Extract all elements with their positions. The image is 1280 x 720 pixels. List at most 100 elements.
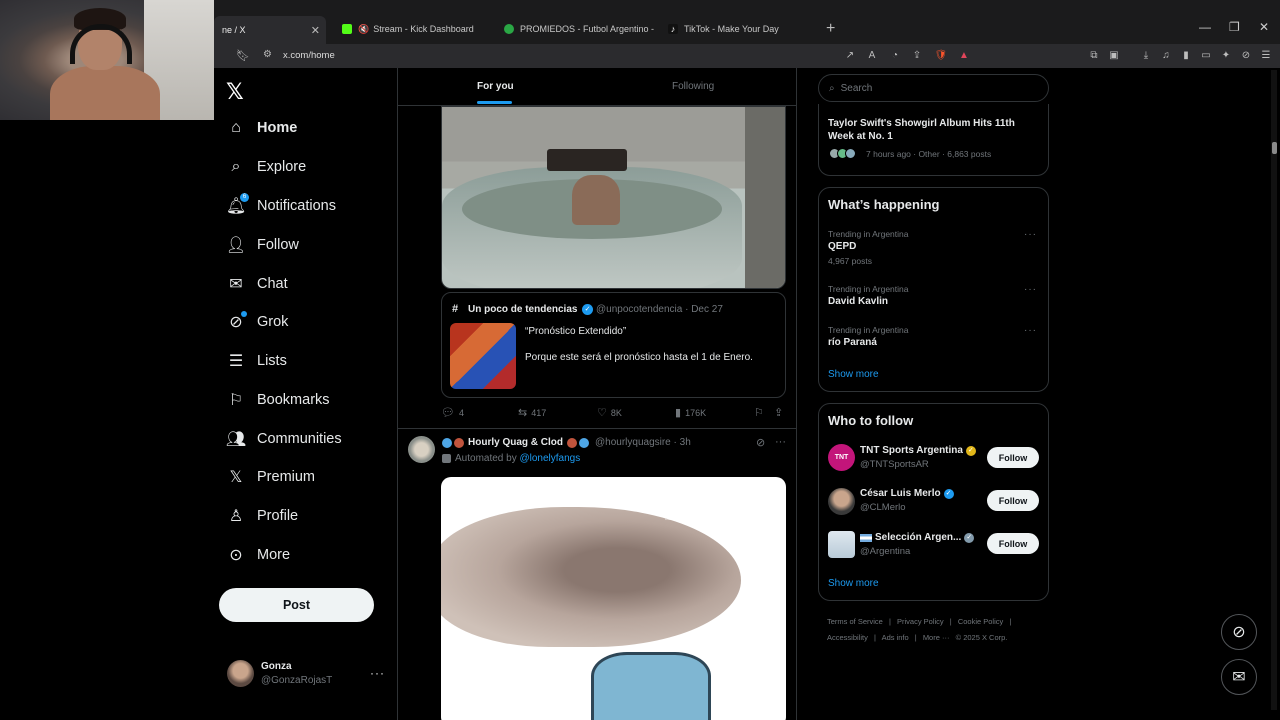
extensions-icon[interactable]: ⧉	[1087, 48, 1101, 62]
share-button[interactable]: ⇪	[774, 406, 787, 419]
close-tab-icon[interactable]: ✕	[311, 24, 320, 37]
account-name[interactable]: Selección Argen... ✓	[860, 532, 975, 543]
menu-icon[interactable]: ☰	[1259, 48, 1273, 62]
news-card[interactable]: Taylor Swift's Showgirl Album Hits 11th …	[818, 104, 1049, 176]
follow-button[interactable]: Follow	[987, 490, 1039, 511]
footer-accessibility[interactable]: Accessibility	[827, 633, 868, 642]
nav-explore[interactable]: ⌕ Explore	[226, 153, 307, 181]
show-more-link[interactable]: Show more	[828, 578, 879, 589]
trend-more-icon[interactable]: ···	[1024, 229, 1037, 240]
messages-fab-icon[interactable]: ✉	[1221, 659, 1257, 695]
open-external-icon[interactable]: ↗	[843, 48, 857, 62]
grok-fab-icon[interactable]: ⊘	[1221, 614, 1257, 650]
trend-name[interactable]: QEPD	[828, 241, 856, 252]
scrollbar-thumb[interactable]	[1272, 142, 1277, 154]
maximize-icon[interactable]: ❐	[1229, 20, 1240, 34]
user-name[interactable]: Gonza	[261, 661, 292, 672]
user-avatar[interactable]	[227, 660, 254, 687]
user-handle[interactable]: @GonzaRojasT	[261, 675, 332, 686]
nav-lists[interactable]: ☰ Lists	[226, 347, 287, 375]
tab-promiedos[interactable]: PROMIEDOS - Futbol Argentino - Fix	[496, 16, 656, 42]
author-avatar[interactable]	[408, 436, 435, 463]
post-button[interactable]: Post	[219, 588, 374, 622]
views-button[interactable]: ▮ 176K	[675, 406, 706, 419]
nav-profile[interactable]: ♙ Profile	[226, 502, 298, 530]
footer-terms[interactable]: Terms of Service	[827, 617, 883, 626]
trend-name[interactable]: río Paraná	[828, 337, 877, 348]
follow-button[interactable]: Follow	[987, 533, 1039, 554]
wallet-icon[interactable]: ▭	[1199, 48, 1213, 62]
footer-privacy[interactable]: Privacy Policy	[897, 617, 944, 626]
minimize-icon[interactable]: —	[1199, 20, 1211, 34]
sidebar-icon[interactable]: ▮	[1179, 48, 1193, 62]
follow-button[interactable]: Follow	[987, 447, 1039, 468]
tab-kick[interactable]: 🔇 Stream - Kick Dashboard	[334, 16, 494, 42]
brave-rewards-icon[interactable]: ▲	[957, 48, 971, 62]
automated-icon	[442, 454, 451, 463]
webcam-overlay	[0, 0, 214, 120]
nav-notifications[interactable]: 🔔︎ 6 Notifications	[226, 192, 336, 220]
show-more-link[interactable]: Show more	[828, 369, 879, 380]
tab-search-icon[interactable]: ▣	[1107, 48, 1121, 62]
leo-ai-icon[interactable]: ✦	[1219, 48, 1233, 62]
account-name-text: Selección Argen...	[875, 532, 962, 543]
seleccion-avatar[interactable]	[828, 531, 855, 558]
window-close-icon[interactable]: ✕	[1259, 20, 1269, 34]
x-logo-icon[interactable]: 𝕏	[226, 79, 244, 105]
nav-label: Profile	[257, 508, 299, 524]
trend-more-icon[interactable]: ···	[1024, 284, 1037, 295]
tab-tiktok[interactable]: ♪ TikTok - Make Your Day	[660, 16, 820, 42]
reader-icon[interactable]: ◔	[888, 48, 902, 62]
search-box[interactable]: ⌕	[818, 74, 1049, 102]
nav-label: Notifications	[257, 198, 336, 214]
url-field[interactable]: x.com/home	[283, 50, 335, 61]
nav-follow[interactable]: 👤︎ Follow	[226, 231, 299, 259]
tab-x-home[interactable]: ne / X ✕	[214, 16, 326, 44]
account-name[interactable]: TNT Sports Argentina ✓	[860, 445, 976, 456]
tweet-more-icon[interactable]: ···	[775, 436, 786, 448]
brave-shield-icon[interactable]: 🛡︎	[934, 48, 948, 62]
share-icon[interactable]: ⇪	[910, 48, 924, 62]
page-scrollbar[interactable]	[1271, 70, 1277, 710]
search-input[interactable]	[840, 82, 1021, 94]
automated-by-link[interactable]: @lonelyfangs	[520, 453, 581, 464]
account-name[interactable]: César Luis Merlo ✓	[860, 488, 954, 499]
nav-more[interactable]: ⊙ More	[226, 541, 290, 569]
quoted-tweet[interactable]: # Un poco de tendencias ✓ @unpocotendenc…	[441, 292, 786, 398]
tab-following[interactable]: Following	[672, 81, 714, 92]
like-button[interactable]: ♡ 8K	[597, 406, 622, 419]
footer-more[interactable]: More ···	[923, 633, 950, 642]
nav-premium[interactable]: 𝕏 Premium	[226, 463, 315, 491]
new-tab-icon[interactable]: +	[826, 20, 835, 38]
quote-author-handle: @unpocotendencia · Dec 27	[596, 304, 723, 315]
author-name[interactable]: Hourly Quag & Clod	[441, 437, 590, 448]
reply-button[interactable]: 💬︎ 4	[441, 406, 464, 419]
merlo-avatar[interactable]	[828, 488, 855, 515]
nav-home[interactable]: ⌂ Home	[226, 114, 297, 142]
site-info-icon[interactable]: ⚙	[263, 49, 272, 60]
footer-cookie[interactable]: Cookie Policy	[958, 617, 1003, 626]
nav-chat[interactable]: ✉ Chat	[226, 270, 287, 298]
bookmark-button[interactable]: ⚐	[754, 406, 768, 419]
account-more-icon[interactable]: ···	[370, 666, 385, 680]
tweet-image-pool[interactable]	[441, 106, 786, 289]
trend-name[interactable]: David Kavlin	[828, 296, 888, 307]
grok-explain-icon[interactable]: ⊘	[756, 436, 765, 449]
tab-for-you[interactable]: For you	[477, 81, 514, 92]
media-icon[interactable]: ♫	[1159, 48, 1173, 62]
nav-communities[interactable]: 👥︎ Communities	[226, 425, 342, 453]
translate-icon[interactable]: A	[865, 48, 879, 62]
tnt-avatar[interactable]: TNT	[828, 444, 855, 471]
bookmark-page-icon[interactable]: 🔖︎	[236, 49, 250, 62]
vpn-icon[interactable]: ⊘	[1239, 48, 1253, 62]
nav-grok[interactable]: ⊘ Grok	[226, 308, 288, 336]
people-icon: 👥︎	[225, 431, 247, 448]
tweet-image-hand[interactable]	[441, 477, 786, 720]
footer-ads[interactable]: Ads info	[882, 633, 909, 642]
nav-bookmarks[interactable]: ⚐ Bookmarks	[226, 386, 330, 414]
automated-prefix: Automated by	[455, 453, 517, 464]
repost-button[interactable]: ⇆ 417	[518, 406, 546, 419]
author-handle[interactable]: @hourlyquagsire · 3h	[595, 437, 691, 448]
trend-more-icon[interactable]: ···	[1024, 325, 1037, 336]
downloads-icon[interactable]: ⤓	[1139, 48, 1153, 62]
